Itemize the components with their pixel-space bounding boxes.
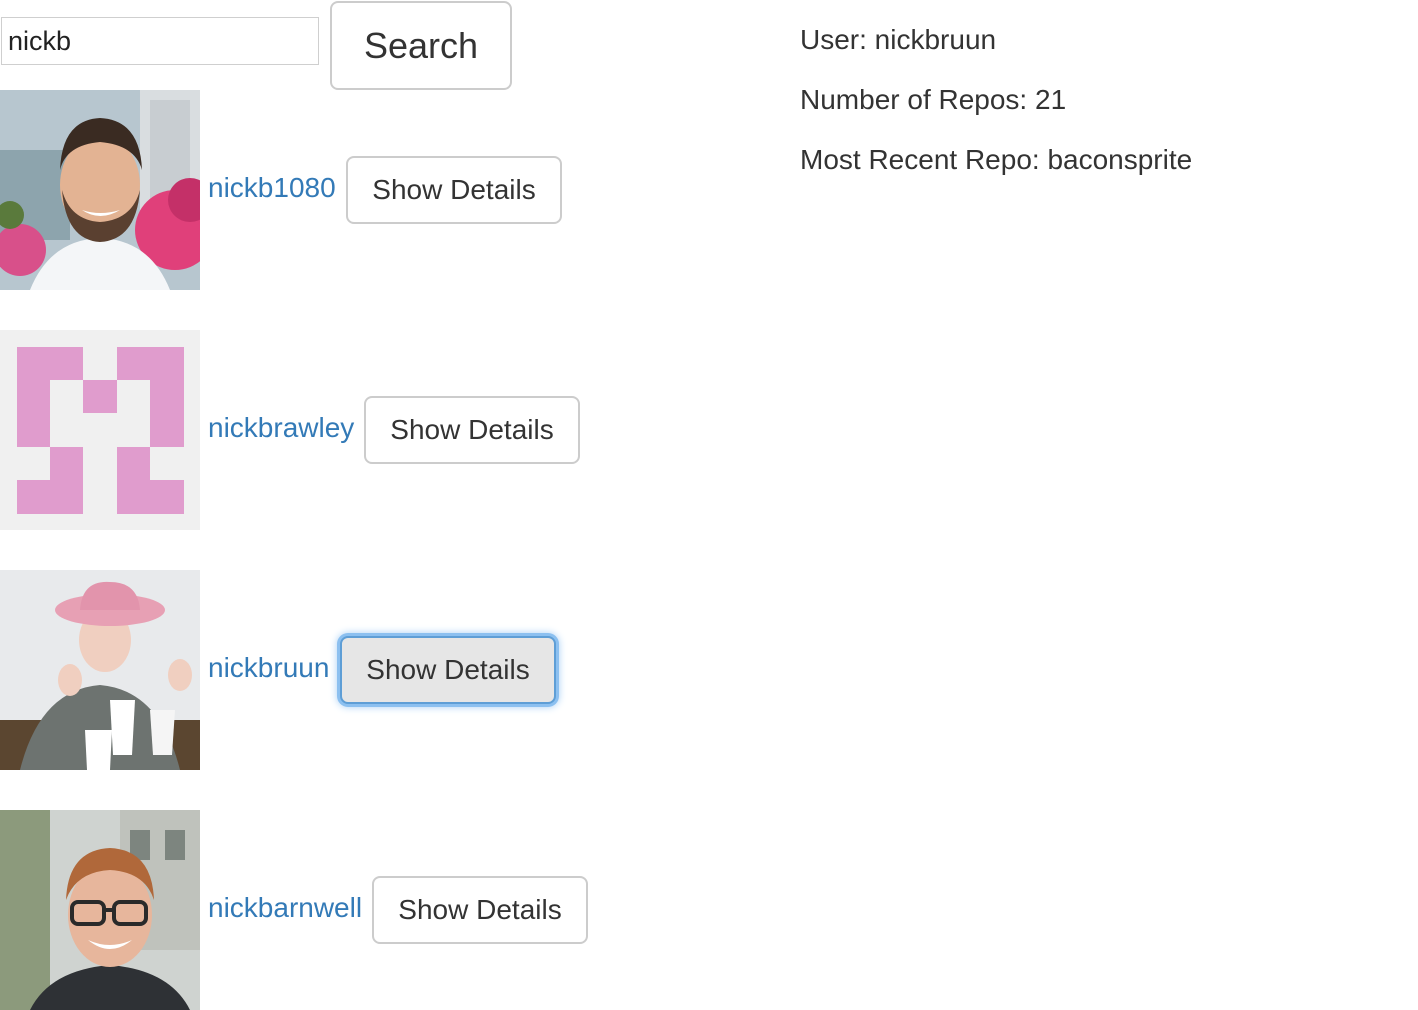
avatar (0, 90, 200, 290)
avatar (0, 810, 200, 1010)
user-login-link[interactable]: nickbrawley (208, 412, 354, 444)
avatar (0, 570, 200, 770)
show-details-button[interactable]: Show Details (372, 876, 588, 944)
user-result-row: nickbrawley Show Details (0, 330, 620, 530)
user-login-link[interactable]: nickb1080 (208, 172, 336, 204)
search-button[interactable]: Search (330, 1, 512, 90)
user-result-row: nickbarnwell Show Details (0, 810, 620, 1010)
avatar (0, 330, 200, 530)
show-details-button[interactable]: Show Details (364, 396, 580, 464)
user-result-row: nickbruun Show Details (0, 570, 620, 770)
detail-recent-repo: Most Recent Repo: baconsprite (800, 144, 1193, 175)
user-result-row: nickb1080 Show Details (0, 90, 620, 290)
user-login-link[interactable]: nickbarnwell (208, 892, 362, 924)
show-details-button[interactable]: Show Details (340, 636, 556, 704)
user-login-link[interactable]: nickbruun (208, 652, 329, 684)
detail-user: User: nickbruun (800, 24, 997, 55)
show-details-button[interactable]: Show Details (346, 156, 562, 224)
search-input[interactable] (1, 17, 319, 65)
detail-repo-count: Number of Repos: 21 (800, 84, 1067, 115)
